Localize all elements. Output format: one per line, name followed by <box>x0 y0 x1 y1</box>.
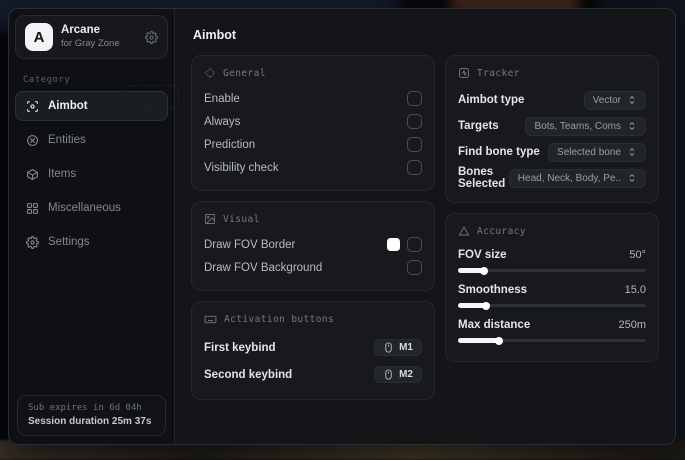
sub-expires-text: Sub expires in 6d 04h <box>28 403 142 413</box>
page-title: Aimbot <box>193 28 237 42</box>
setting-label: Max distance <box>458 319 531 331</box>
package-icon <box>25 168 39 181</box>
activation-card: Activation buttons First keybind M1 Seco… <box>191 301 435 400</box>
first-keybind-button[interactable]: M1 <box>374 339 422 356</box>
chevrons-up-down-icon <box>627 173 637 183</box>
sidebar: A Arcane for Gray Zone Category Aimbot E… <box>9 9 179 444</box>
entities-icon <box>25 134 39 147</box>
sidebar-item-items[interactable]: Items <box>15 159 168 189</box>
setting-label: Find bone type <box>458 146 540 158</box>
setting-label: Smoothness <box>458 284 528 296</box>
sidebar-item-label: Entities <box>48 134 86 146</box>
setting-label: Targets <box>458 120 499 132</box>
slider-fill <box>458 266 489 275</box>
setting-label: Enable <box>204 92 240 105</box>
setting-label: FOV size <box>458 249 507 261</box>
slider-thumb[interactable] <box>495 336 504 345</box>
general-card: General Enable Always Prediction Visibil… <box>191 55 435 191</box>
setting-label: Prediction <box>204 138 256 151</box>
image-icon <box>204 213 216 225</box>
section-title: Visual <box>223 213 260 225</box>
dropdown-value: Vector <box>592 94 621 106</box>
bones-selected-dropdown[interactable]: Head, Neck, Body, Pe.. <box>508 168 646 188</box>
fov-size-setting: FOV size 50° <box>458 245 646 275</box>
section-title: Activation buttons <box>224 314 335 325</box>
chevrons-up-down-icon <box>627 95 637 105</box>
gear-icon[interactable] <box>145 30 158 44</box>
smoothness-setting: Smoothness 15.0 <box>458 280 646 310</box>
mouse-icon <box>383 369 394 380</box>
tracker-card: Tracker Aimbot type Vector Targets Bots,… <box>445 55 659 203</box>
activity-icon <box>458 67 470 79</box>
second-keybind-button[interactable]: M2 <box>374 366 422 383</box>
dropdown-value: Bots, Teams, Coms <box>534 120 621 132</box>
sidebar-item-label: Settings <box>48 236 90 248</box>
section-title: General <box>223 67 266 79</box>
max-distance-setting: Max distance 250m <box>458 315 646 345</box>
slider-fill <box>458 336 504 345</box>
sidebar-item-label: Miscellaneous <box>48 202 121 214</box>
section-title: Tracker <box>477 67 520 79</box>
app-logo: A <box>25 23 53 51</box>
dropdown-value: Head, Neck, Body, Pe.. <box>517 172 621 184</box>
sidebar-item-entities[interactable]: Entities <box>15 125 168 155</box>
mouse-icon <box>383 342 394 353</box>
crosshair-scan-icon <box>25 100 39 113</box>
sidebar-item-label: Aimbot <box>48 100 88 112</box>
setting-label: Aimbot type <box>458 94 525 106</box>
setting-label: Draw FOV Border <box>204 238 296 251</box>
chevrons-up-down-icon <box>627 121 637 131</box>
session-duration-text: Session duration 25m 37s <box>28 416 152 427</box>
setting-label: Second keybind <box>204 368 293 381</box>
setting-label: First keybind <box>204 341 276 354</box>
slider-fill <box>458 301 491 310</box>
setting-label: Always <box>204 115 241 128</box>
keybind-value: M1 <box>399 342 413 353</box>
main-content: Aimbot General Enable Always Prediction … <box>175 9 675 444</box>
slider-thumb[interactable] <box>482 301 491 310</box>
max-distance-slider[interactable] <box>458 336 646 345</box>
visual-card: Visual Draw FOV Border Draw FOV Backgrou… <box>191 201 435 291</box>
draw-fov-border-checkbox[interactable] <box>407 237 422 252</box>
visibility-check-checkbox[interactable] <box>407 160 422 175</box>
app-name: Arcane <box>61 24 100 37</box>
smoothness-slider[interactable] <box>458 301 646 310</box>
sidebar-item-label: Items <box>48 168 77 180</box>
crosshair-icon <box>204 67 216 79</box>
keyboard-icon <box>204 313 217 326</box>
slider-value: 250m <box>618 319 646 331</box>
triangle-icon <box>458 225 470 237</box>
setting-label: Visibility check <box>204 161 279 174</box>
keybind-value: M2 <box>399 369 413 380</box>
cheat-menu-window: A Arcane for Gray Zone Category Aimbot E… <box>8 8 676 445</box>
subscription-box: Sub expires in 6d 04h Session duration 2… <box>17 395 166 436</box>
sidebar-item-aimbot[interactable]: Aimbot <box>15 91 168 121</box>
prediction-checkbox[interactable] <box>407 137 422 152</box>
targets-dropdown[interactable]: Bots, Teams, Coms <box>525 116 646 136</box>
dropdown-value: Selected bone <box>557 146 621 158</box>
enable-checkbox[interactable] <box>407 91 422 106</box>
aimbot-type-dropdown[interactable]: Vector <box>583 90 646 110</box>
find-bone-type-dropdown[interactable]: Selected bone <box>548 142 646 162</box>
draw-fov-background-checkbox[interactable] <box>407 260 422 275</box>
grid-icon <box>25 202 39 215</box>
sidebar-nav: Aimbot Entities Items Miscellaneous Sett… <box>9 91 174 257</box>
always-checkbox[interactable] <box>407 114 422 129</box>
accuracy-card: Accuracy FOV size 50° Smoothness 15.0 Ma… <box>445 213 659 362</box>
slider-thumb[interactable] <box>480 266 489 275</box>
chevrons-up-down-icon <box>627 147 637 157</box>
sidebar-item-settings[interactable]: Settings <box>15 227 168 257</box>
gear-icon <box>25 235 39 249</box>
slider-value: 15.0 <box>624 284 646 296</box>
setting-label: Bones Selected <box>458 166 506 190</box>
sidebar-item-miscellaneous[interactable]: Miscellaneous <box>15 193 168 223</box>
app-logo-card: A Arcane for Gray Zone <box>15 15 168 59</box>
slider-value: 50° <box>629 249 646 261</box>
setting-label: Draw FOV Background <box>204 261 323 274</box>
category-label: Category <box>23 75 71 85</box>
app-subtitle: for Gray Zone <box>61 38 120 50</box>
section-title: Accuracy <box>477 225 526 237</box>
fov-size-slider[interactable] <box>458 266 646 275</box>
fov-border-color-swatch[interactable] <box>387 238 400 251</box>
